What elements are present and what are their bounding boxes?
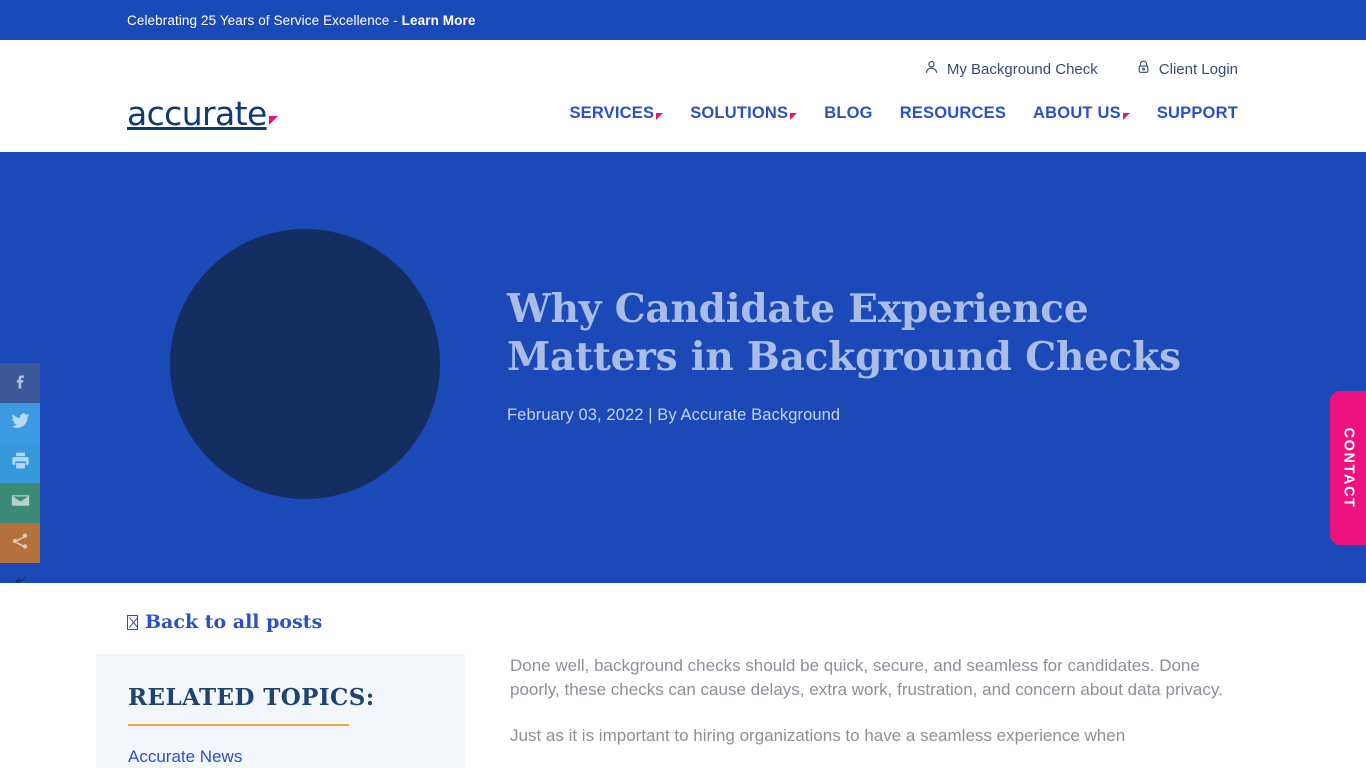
nav-item-label: SOLUTIONS (690, 103, 789, 122)
nav-item-services[interactable]: SERVICES (569, 103, 664, 123)
announcement-learn-more-link[interactable]: Learn More (402, 13, 476, 28)
share-email-button[interactable] (0, 483, 40, 523)
chevron-down-icon (656, 112, 664, 120)
back-arrow-icon (127, 614, 138, 630)
twitter-icon (10, 410, 31, 436)
nav-item-label: ABOUT US (1033, 103, 1121, 122)
contact-tab[interactable]: CONTACT (1330, 391, 1366, 545)
related-topics-divider (128, 723, 349, 726)
utility-links-row: My Background Check Client Login (0, 40, 1366, 82)
email-icon (10, 490, 31, 516)
utility-link-label: My Background Check (946, 60, 1098, 78)
related-topic-link[interactable]: Accurate News (128, 747, 433, 767)
print-icon (10, 450, 31, 476)
site-header: My Background Check Client Login accurat… (0, 40, 1366, 152)
article-body: Done well, background checks should be q… (510, 654, 1240, 768)
nav-item-about-us[interactable]: ABOUT US (1033, 104, 1130, 123)
page-title: Why Candidate Experience Matters in Back… (507, 286, 1181, 380)
share-icon (10, 531, 30, 556)
chevron-down-icon (790, 112, 798, 120)
announcement-bar: Celebrating 25 Years of Service Excellen… (0, 0, 1366, 40)
article-content: Back to all posts RELATED TOPICS: Accura… (0, 583, 1366, 768)
hero-featured-image (170, 229, 440, 499)
hero-banner: Why Candidate Experience Matters in Back… (0, 152, 1366, 583)
utility-link-label: Client Login (1158, 60, 1238, 78)
announcement-text: Celebrating 25 Years of Service Excellen… (127, 12, 402, 28)
utility-link-my-background-check[interactable]: My Background Check (924, 59, 1098, 79)
main-navigation: SERVICES SOLUTIONS BLOG RESOURCES ABOUT … (569, 104, 1238, 123)
lock-icon (1136, 59, 1151, 79)
accurate-logo[interactable]: accurate (127, 97, 278, 130)
article-paragraph: Done well, background checks should be q… (510, 655, 1223, 699)
hide-arrow-icon (12, 572, 28, 583)
nav-item-label: BLOG (824, 103, 873, 122)
related-topics-card: RELATED TOPICS: Accurate News (96, 653, 465, 768)
logo-wordmark: accurate (127, 93, 267, 133)
announcement-inner: Celebrating 25 Years of Service Excellen… (0, 13, 475, 28)
back-to-all-posts-link[interactable]: Back to all posts (127, 611, 322, 633)
chevron-down-icon (1122, 112, 1130, 120)
hero-copy: Why Candidate Experience Matters in Back… (507, 285, 1237, 425)
share-twitter-button[interactable] (0, 403, 40, 443)
facebook-icon (10, 371, 30, 396)
header-main-row: accurate SERVICES SOLUTIONS BLOG RESOURC… (0, 82, 1366, 144)
hero-inner: Why Candidate Experience Matters in Back… (0, 152, 1366, 583)
person-icon (924, 59, 939, 79)
post-byline: February 03, 2022 | By Accurate Backgrou… (507, 406, 841, 424)
nav-item-blog[interactable]: BLOG (824, 104, 872, 123)
nav-item-solutions[interactable]: SOLUTIONS (690, 103, 798, 123)
related-topics-title: RELATED TOPICS: (128, 683, 375, 711)
nav-item-resources[interactable]: RESOURCES (900, 104, 1006, 123)
social-share-rail (0, 363, 40, 583)
share-print-button[interactable] (0, 443, 40, 483)
logo-accent-icon (268, 115, 278, 125)
utility-link-client-login[interactable]: Client Login (1136, 59, 1238, 79)
back-link-label: Back to all posts (145, 611, 323, 633)
article-paragraph: Just as it is important to hiring organi… (510, 725, 1126, 745)
nav-item-label: RESOURCES (899, 103, 1007, 122)
share-hide-button[interactable] (0, 563, 40, 583)
contact-tab-label: CONTACT (1340, 427, 1357, 509)
content-columns: RELATED TOPICS: Accurate News Done well,… (0, 653, 1366, 768)
nav-item-support[interactable]: SUPPORT (1157, 104, 1238, 123)
nav-item-label: SUPPORT (1156, 103, 1238, 122)
share-facebook-button[interactable] (0, 363, 40, 403)
nav-item-label: SERVICES (569, 103, 655, 122)
share-more-button[interactable] (0, 523, 40, 563)
